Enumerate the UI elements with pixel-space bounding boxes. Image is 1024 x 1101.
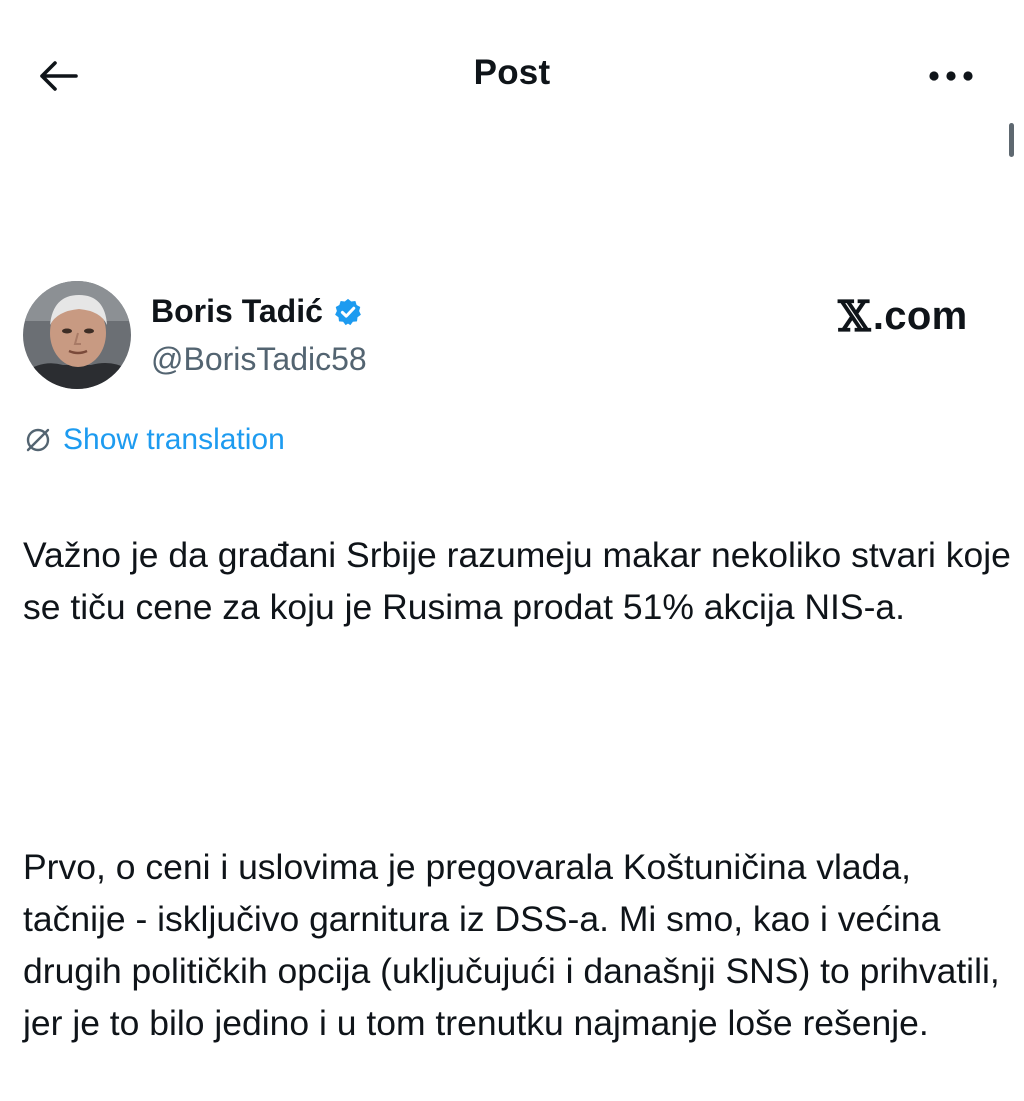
x-logo-icon: 𝕏 xyxy=(838,292,871,341)
more-horizontal-icon xyxy=(929,71,973,81)
verified-badge-icon xyxy=(333,297,363,327)
avatar[interactable] xyxy=(23,281,131,389)
scrollbar-thumb[interactable] xyxy=(1009,123,1014,157)
top-bar: Post xyxy=(0,0,1024,157)
page-title: Post xyxy=(473,53,551,92)
tweet-paragraph: Prvo, o ceni i uslovima je pregovarala K… xyxy=(23,847,1000,1043)
brand-watermark: 𝕏 .com xyxy=(838,292,967,341)
globe-slash-icon xyxy=(26,428,50,452)
author-name-text: Boris Tadić xyxy=(151,293,323,329)
author-photo xyxy=(23,281,131,389)
show-translation-button[interactable]: Show translation xyxy=(23,423,285,457)
tweet-text: Važno je da građani Srbije razumeju maka… xyxy=(23,477,1013,1101)
show-translation-label: Show translation xyxy=(63,423,285,456)
brand-suffix: .com xyxy=(872,294,968,338)
author-name[interactable]: Boris Tadić xyxy=(151,293,363,330)
tweet-paragraph: Važno je da građani Srbije razumeju maka… xyxy=(23,535,1011,627)
more-options-button[interactable] xyxy=(926,62,976,90)
author-handle[interactable]: @BorisTadic58 xyxy=(151,341,367,378)
